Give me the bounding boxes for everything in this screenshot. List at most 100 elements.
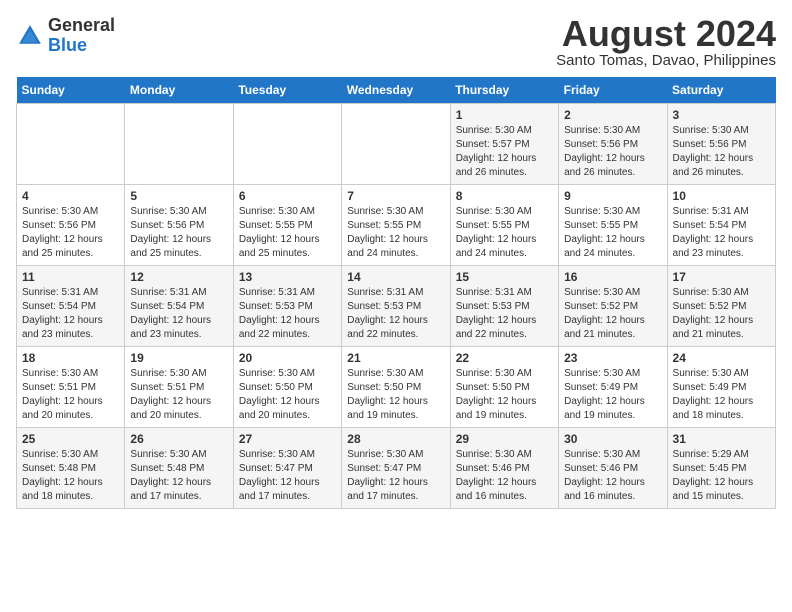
day-number: 26 [130,432,227,446]
day-number: 28 [347,432,444,446]
day-info: Sunrise: 5:29 AM Sunset: 5:45 PM Dayligh… [673,448,770,504]
calendar-cell: 31 Sunrise: 5:29 AM Sunset: 5:45 PM Dayli… [667,428,775,509]
calendar-cell [17,104,125,185]
day-number: 10 [673,189,770,203]
weekday-header-tuesday: Tuesday [233,77,341,104]
day-info: Sunrise: 5:30 AM Sunset: 5:46 PM Dayligh… [456,448,553,504]
day-number: 14 [347,270,444,284]
day-number: 1 [456,108,553,122]
logo: General Blue [16,16,115,56]
calendar-cell [125,104,233,185]
weekday-header-saturday: Saturday [667,77,775,104]
calendar-cell [233,104,341,185]
day-number: 27 [239,432,336,446]
day-number: 15 [456,270,553,284]
day-info: Sunrise: 5:30 AM Sunset: 5:52 PM Dayligh… [564,286,661,342]
day-number: 20 [239,351,336,365]
day-info: Sunrise: 5:31 AM Sunset: 5:53 PM Dayligh… [347,286,444,342]
weekday-header-monday: Monday [125,77,233,104]
calendar-cell: 9Sunrise: 5:30 AM Sunset: 5:55 PM Daylig… [559,185,667,266]
day-number: 16 [564,270,661,284]
day-number: 3 [673,108,770,122]
logo-text: General Blue [48,16,115,56]
calendar-cell: 27 Sunrise: 5:30 AM Sunset: 5:47 PM Dayli… [233,428,341,509]
day-number: 21 [347,351,444,365]
calendar-cell: 29Sunrise: 5:30 AM Sunset: 5:46 PM Dayli… [450,428,558,509]
day-info: Sunrise: 5:31 AM Sunset: 5:53 PM Dayligh… [456,286,553,342]
calendar-cell: 28 Sunrise: 5:30 AM Sunset: 5:47 PM Dayli… [342,428,450,509]
calendar-cell: 6 Sunrise: 5:30 AM Sunset: 5:55 PM Daylig… [233,185,341,266]
day-info: Sunrise: 5:30 AM Sunset: 5:49 PM Dayligh… [564,367,661,423]
weekday-header-friday: Friday [559,77,667,104]
day-number: 23 [564,351,661,365]
weekday-header-sunday: Sunday [17,77,125,104]
calendar-cell: 12Sunrise: 5:31 AM Sunset: 5:54 PM Dayli… [125,266,233,347]
calendar-cell: 21 Sunrise: 5:30 AM Sunset: 5:50 PM Dayli… [342,347,450,428]
day-info: Sunrise: 5:30 AM Sunset: 5:55 PM Dayligh… [239,205,336,261]
day-number: 7 [347,189,444,203]
day-info: Sunrise: 5:30 AM Sunset: 5:55 PM Dayligh… [347,205,444,261]
day-info: Sunrise: 5:30 AM Sunset: 5:51 PM Dayligh… [130,367,227,423]
day-info: Sunrise: 5:30 AM Sunset: 5:56 PM Dayligh… [130,205,227,261]
day-number: 13 [239,270,336,284]
calendar-cell: 2 Sunrise: 5:30 AM Sunset: 5:56 PM Daylig… [559,104,667,185]
calendar-cell: 17Sunrise: 5:30 AM Sunset: 5:52 PM Dayli… [667,266,775,347]
calendar-cell: 5 Sunrise: 5:30 AM Sunset: 5:56 PM Daylig… [125,185,233,266]
title-block: August 2024 Santo Tomas, Davao, Philippi… [556,16,776,69]
month-title: August 2024 [556,16,776,52]
calendar-cell: 23 Sunrise: 5:30 AM Sunset: 5:49 PM Dayli… [559,347,667,428]
day-info: Sunrise: 5:30 AM Sunset: 5:49 PM Dayligh… [673,367,770,423]
day-info: Sunrise: 5:30 AM Sunset: 5:47 PM Dayligh… [239,448,336,504]
week-row-4: 18 Sunrise: 5:30 AM Sunset: 5:51 PM Dayli… [17,347,776,428]
day-number: 25 [22,432,119,446]
day-info: Sunrise: 5:30 AM Sunset: 5:56 PM Dayligh… [564,124,661,180]
calendar-cell: 7 Sunrise: 5:30 AM Sunset: 5:55 PM Daylig… [342,185,450,266]
day-number: 18 [22,351,119,365]
day-number: 19 [130,351,227,365]
day-number: 5 [130,189,227,203]
day-number: 2 [564,108,661,122]
day-info: Sunrise: 5:30 AM Sunset: 5:47 PM Dayligh… [347,448,444,504]
day-info: Sunrise: 5:30 AM Sunset: 5:57 PM Dayligh… [456,124,553,180]
calendar-table: SundayMondayTuesdayWednesdayThursdayFrid… [16,77,776,509]
week-row-2: 4 Sunrise: 5:30 AM Sunset: 5:56 PM Daylig… [17,185,776,266]
day-info: Sunrise: 5:30 AM Sunset: 5:51 PM Dayligh… [22,367,119,423]
calendar-cell: 8 Sunrise: 5:30 AM Sunset: 5:55 PM Daylig… [450,185,558,266]
calendar-cell: 19 Sunrise: 5:30 AM Sunset: 5:51 PM Dayli… [125,347,233,428]
generalblue-logo-icon [16,22,44,50]
day-number: 12 [130,270,227,284]
week-row-1: 1 Sunrise: 5:30 AM Sunset: 5:57 PM Daylig… [17,104,776,185]
weekday-header-thursday: Thursday [450,77,558,104]
calendar-cell: 16 Sunrise: 5:30 AM Sunset: 5:52 PM Dayli… [559,266,667,347]
day-info: Sunrise: 5:30 AM Sunset: 5:56 PM Dayligh… [673,124,770,180]
weekday-header-wednesday: Wednesday [342,77,450,104]
day-number: 30 [564,432,661,446]
calendar-cell: 26 Sunrise: 5:30 AM Sunset: 5:48 PM Dayli… [125,428,233,509]
day-number: 4 [22,189,119,203]
day-number: 31 [673,432,770,446]
day-number: 8 [456,189,553,203]
calendar-cell: 3 Sunrise: 5:30 AM Sunset: 5:56 PM Daylig… [667,104,775,185]
logo-general: General [48,15,115,35]
day-info: Sunrise: 5:31 AM Sunset: 5:54 PM Dayligh… [673,205,770,261]
day-info: Sunrise: 5:30 AM Sunset: 5:46 PM Dayligh… [564,448,661,504]
day-info: Sunrise: 5:31 AM Sunset: 5:53 PM Dayligh… [239,286,336,342]
day-number: 11 [22,270,119,284]
calendar-cell: 18 Sunrise: 5:30 AM Sunset: 5:51 PM Dayli… [17,347,125,428]
day-number: 6 [239,189,336,203]
calendar-cell: 15 Sunrise: 5:31 AM Sunset: 5:53 PM Dayli… [450,266,558,347]
calendar-cell [342,104,450,185]
day-info: Sunrise: 5:30 AM Sunset: 5:55 PM Dayligh… [456,205,553,261]
day-number: 22 [456,351,553,365]
calendar-cell: 22 Sunrise: 5:30 AM Sunset: 5:50 PM Dayli… [450,347,558,428]
weekday-header-row: SundayMondayTuesdayWednesdayThursdayFrid… [17,77,776,104]
day-info: Sunrise: 5:30 AM Sunset: 5:50 PM Dayligh… [456,367,553,423]
calendar-cell: 30 Sunrise: 5:30 AM Sunset: 5:46 PM Dayli… [559,428,667,509]
calendar-cell: 13 Sunrise: 5:31 AM Sunset: 5:53 PM Dayli… [233,266,341,347]
day-info: Sunrise: 5:30 AM Sunset: 5:50 PM Dayligh… [239,367,336,423]
day-info: Sunrise: 5:30 AM Sunset: 5:48 PM Dayligh… [130,448,227,504]
week-row-3: 11Sunrise: 5:31 AM Sunset: 5:54 PM Dayli… [17,266,776,347]
location-subtitle: Santo Tomas, Davao, Philippines [556,52,776,69]
day-info: Sunrise: 5:30 AM Sunset: 5:50 PM Dayligh… [347,367,444,423]
calendar-cell: 1 Sunrise: 5:30 AM Sunset: 5:57 PM Daylig… [450,104,558,185]
